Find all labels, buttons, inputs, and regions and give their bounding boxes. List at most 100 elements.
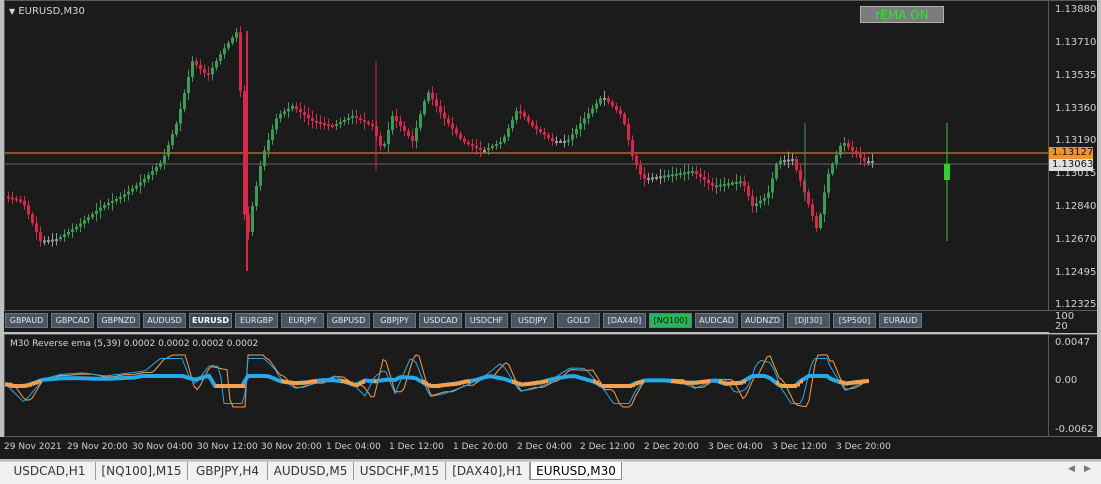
- symbol-button[interactable]: AUDNZD: [741, 313, 784, 328]
- candle-body: [299, 109, 302, 112]
- price-tick: 1.13710: [1055, 37, 1097, 48]
- time-tick: 29 Nov 20:00: [67, 442, 128, 452]
- candle-body: [39, 232, 42, 241]
- candle-body: [855, 151, 858, 155]
- candle-body: [215, 61, 218, 68]
- symbol-button[interactable]: GBPAUD: [5, 313, 48, 328]
- candle-body: [379, 136, 382, 146]
- chart-window[interactable]: ▼ EURUSD,M30 rEMA ON 1.13880 1.13710 1.1…: [0, 0, 1101, 461]
- candle-body: [23, 200, 26, 206]
- candle-body: [815, 216, 818, 228]
- candle-body: [527, 116, 530, 122]
- candle-body: [867, 161, 870, 163]
- candle-body: [631, 140, 634, 156]
- symbol-button[interactable]: GBPCAD: [51, 313, 94, 328]
- rema-toggle-button[interactable]: rEMA ON: [860, 6, 944, 23]
- candle-body: [259, 166, 262, 186]
- candle-body: [127, 191, 130, 195]
- candle-body: [27, 205, 30, 215]
- candle-body: [635, 156, 638, 166]
- candle-body: [583, 118, 586, 124]
- candlestick-chart: [5, 26, 1048, 271]
- indicator-subwindow[interactable]: M30 Reverse ema (5,39) 0.0002 0.0002 0.0…: [4, 334, 1049, 437]
- symbol-button[interactable]: EURGBP: [235, 313, 278, 328]
- candle-body: [459, 133, 462, 139]
- symbol-button-bar: GBPAUD GBPCAD GBPNZD AUDUSD EURUSD EURGB…: [4, 311, 1049, 332]
- candle-body: [335, 124, 338, 126]
- candle-body: [223, 48, 226, 55]
- candle-body: [703, 177, 706, 180]
- candle-body: [543, 132, 546, 135]
- symbol-button[interactable]: USDCAD: [419, 313, 462, 328]
- candle-body: [667, 175, 670, 177]
- candle-body: [243, 91, 246, 215]
- indicator-tick: -0.0062: [1055, 424, 1094, 435]
- candle-body: [819, 214, 822, 228]
- candle-body: [291, 106, 294, 109]
- candle-body: [455, 128, 458, 134]
- candle-body: [523, 112, 526, 117]
- symbol-button-active[interactable]: EURUSD: [189, 313, 232, 328]
- volume-axis: 100 20: [1049, 311, 1097, 333]
- candle-body: [91, 214, 94, 218]
- chart-tab[interactable]: [NQ100],M15: [96, 462, 188, 480]
- candle-body: [79, 223, 82, 227]
- candle-body: [235, 32, 238, 38]
- candle-body: [863, 157, 866, 161]
- candle-body: [239, 32, 242, 91]
- candle-body: [743, 181, 746, 186]
- symbol-button[interactable]: AUDUSD: [143, 313, 186, 328]
- time-tick: 3 Dec 20:00: [836, 442, 891, 452]
- chart-tab-active[interactable]: EURUSD,M30: [530, 462, 622, 480]
- candle-body: [471, 144, 474, 146]
- candle-body: [415, 127, 418, 141]
- candle-body: [495, 144, 498, 146]
- symbol-button[interactable]: GOLD: [557, 313, 600, 328]
- candle-body: [711, 183, 714, 186]
- candle-body: [615, 106, 618, 110]
- symbol-button[interactable]: GBPNZD: [97, 313, 140, 328]
- symbol-button[interactable]: GBPUSD: [327, 313, 370, 328]
- symbol-button[interactable]: [DJI30]: [787, 313, 830, 328]
- symbol-button[interactable]: USDJPY: [511, 313, 554, 328]
- candle-body: [7, 196, 10, 199]
- candle-body: [319, 122, 322, 124]
- symbol-button[interactable]: AUDCAD: [695, 313, 738, 328]
- chart-menu-icon[interactable]: ▼: [9, 7, 15, 16]
- symbol-button[interactable]: EURAUD: [879, 313, 922, 328]
- candle-body: [587, 113, 590, 119]
- candle-body: [35, 223, 38, 233]
- price-chart-area[interactable]: ▼ EURUSD,M30 rEMA ON: [4, 0, 1049, 311]
- price-axis: 1.13880 1.13710 1.13535 1.13360 1.13190 …: [1049, 0, 1097, 311]
- candle-body: [515, 111, 518, 120]
- symbol-button[interactable]: [DAX40]: [603, 313, 646, 328]
- candle-body: [747, 186, 750, 196]
- chart-tab[interactable]: GBPJPY,H4: [188, 462, 268, 480]
- candle-body: [671, 174, 674, 177]
- candle-body: [491, 146, 494, 148]
- symbol-button[interactable]: USDCHF: [465, 313, 508, 328]
- symbol-button[interactable]: [SP500]: [833, 313, 876, 328]
- candle-body: [55, 239, 58, 242]
- symbol-button[interactable]: EURJPY: [281, 313, 324, 328]
- scroll-left-icon[interactable]: ◀: [1068, 464, 1075, 474]
- candle-body: [431, 92, 434, 100]
- candle-body: [755, 203, 758, 206]
- candle-body: [171, 134, 174, 145]
- candle-body: [611, 102, 614, 106]
- symbol-button[interactable]: GBPJPY: [373, 313, 416, 328]
- indicator-axis: 0.0047 0.00 -0.0062: [1049, 334, 1097, 437]
- candle-body: [731, 182, 734, 185]
- candle-body: [563, 141, 566, 143]
- symbol-button-highlighted[interactable]: [NQ100]: [649, 313, 692, 328]
- reverse-ema-plot: [5, 354, 869, 408]
- chart-tab[interactable]: [DAX40],H1: [446, 462, 530, 480]
- chart-tab[interactable]: USDCAD,H1: [4, 462, 96, 480]
- chart-tab[interactable]: USDCHF,M15: [354, 462, 446, 480]
- candle-body: [131, 188, 134, 192]
- chart-tab[interactable]: AUDUSD,M5: [268, 462, 354, 480]
- candle-body: [395, 116, 398, 121]
- candle-body: [623, 114, 626, 124]
- indicator-label: M30 Reverse ema (5,39) 0.0002 0.0002 0.0…: [10, 339, 259, 349]
- scroll-right-icon[interactable]: ▶: [1084, 464, 1091, 474]
